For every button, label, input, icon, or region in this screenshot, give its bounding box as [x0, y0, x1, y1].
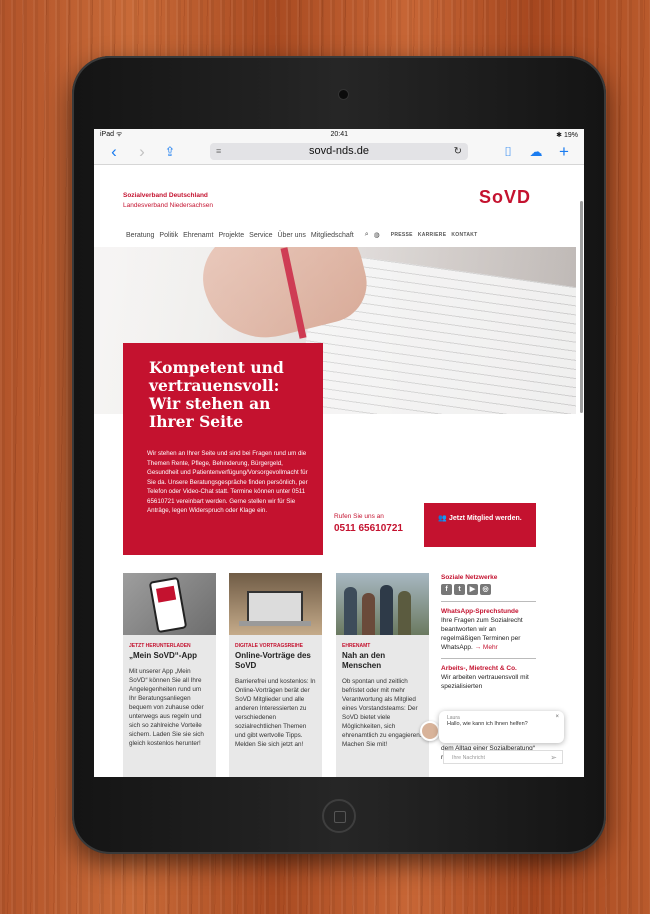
sovd-logo[interactable]: SoVD [479, 187, 531, 208]
cloud-icon[interactable]: ☁ [522, 141, 550, 163]
send-icon[interactable]: ➢ [550, 751, 557, 765]
status-time: 20:41 [330, 131, 349, 138]
status-bar: iPad ᯤ 20:41 ✱ 19% [94, 129, 584, 140]
forward-icon[interactable]: › [128, 141, 156, 163]
nav-service[interactable]: Service [249, 232, 272, 239]
app-image [123, 573, 216, 635]
member-button-label: Jetzt Mitglied werden. [448, 515, 522, 522]
nav-ueber-uns[interactable]: Über uns [278, 232, 306, 239]
card-ehrenamt[interactable]: EHRENAMT Nah an den Menschen Ob spontan … [336, 573, 429, 777]
home-button[interactable] [322, 799, 356, 833]
card-tag: DIGITALE VORTRAGSREIHE [235, 643, 303, 649]
share-icon[interactable]: ⇪ [156, 141, 184, 163]
people-icon: 👥 [438, 515, 448, 522]
nav-ehrenamt[interactable]: Ehrenamt [183, 232, 213, 239]
laptop-graphic [239, 591, 311, 626]
arbeits-heading[interactable]: Arbeits-, Mietrecht & Co. [441, 664, 536, 673]
web-page: Sozialverband Deutschland Landesverband … [94, 165, 584, 777]
hero-heading: Kompetent und vertrauensvoll: Wir stehen… [149, 358, 284, 431]
call-block: Rufen Sie uns an 0511 65610721 [334, 513, 403, 534]
new-tab-icon[interactable]: + [550, 141, 578, 163]
scrollbar[interactable] [580, 201, 583, 413]
hero-text: Wir stehen an Ihrer Seite und sind bei F… [147, 450, 308, 514]
person-graphic [362, 593, 375, 635]
social-icons: f t ▶ ◎ [441, 584, 536, 595]
youtube-icon[interactable]: ▶ [467, 584, 478, 595]
org-name[interactable]: Sozialverband Deutschland Landesverband … [123, 191, 213, 211]
search-icon[interactable]: ⌕ [365, 231, 369, 239]
org-line-1: Sozialverband Deutschland [123, 192, 208, 199]
card-text: Mit unserer App „Mein SoVD“ können Sie a… [129, 668, 204, 747]
card-tag: EHRENAMT [342, 643, 371, 649]
chat-popup: Laura Hallo, wie kann ich Ihnen helfen? … [439, 711, 564, 743]
accessibility-icon[interactable]: ◍ [374, 231, 380, 239]
close-icon[interactable]: × [555, 714, 559, 720]
nav-presse[interactable]: PRESSE [391, 232, 413, 238]
bookmarks-icon[interactable]: ⌷ [494, 141, 522, 163]
person-graphic [344, 587, 357, 635]
card-title[interactable]: „Mein SoVD“-App [129, 651, 210, 661]
chat-message: Hallo, wie kann ich Ihnen helfen? [447, 721, 528, 727]
card-text: Barrierefrei und kostenlos: In Online-Vo… [235, 678, 316, 748]
group-image [336, 573, 429, 635]
twitter-icon[interactable]: t [454, 584, 465, 595]
chat-avatar [420, 721, 440, 741]
instagram-icon[interactable]: ◎ [480, 584, 491, 595]
call-number[interactable]: 0511 65610721 [334, 523, 403, 534]
nav-beratung[interactable]: Beratung [126, 232, 154, 239]
status-battery: ✱ 19% [556, 131, 578, 139]
nav-kontakt[interactable]: KONTAKT [451, 232, 477, 238]
call-label: Rufen Sie uns an [334, 513, 384, 520]
nav-politik[interactable]: Politik [159, 232, 178, 239]
main-nav: Beratung Politik Ehrenamt Projekte Servi… [126, 231, 478, 239]
laptop-image [229, 573, 322, 635]
divider [441, 601, 536, 602]
person-graphic [380, 585, 393, 635]
whatsapp-heading[interactable]: WhatsApp-Sprechstunde [441, 607, 536, 616]
whatsapp-more-link[interactable]: → Mehr [475, 644, 498, 651]
hero-box: Kompetent und vertrauensvoll: Wir stehen… [123, 343, 323, 555]
safari-toolbar: ‹ › ⇪ ≡ sovd-nds.de ↻ ⌷ ☁ + [94, 140, 584, 165]
org-line-2: Landesverband Niedersachsen [123, 202, 213, 209]
card-tag: JETZT HERUNTERLADEN [129, 643, 191, 649]
card-title[interactable]: Online-Vorträge des SoVD [235, 651, 316, 671]
url-text: sovd-nds.de [309, 145, 369, 157]
ipad-screen: iPad ᯤ 20:41 ✱ 19% ‹ › ⇪ ≡ sovd-nds.de ↻… [94, 129, 584, 777]
card-app[interactable]: JETZT HERUNTERLADEN „Mein SoVD“-App Mit … [123, 573, 216, 777]
nav-projekte[interactable]: Projekte [218, 232, 244, 239]
reload-icon[interactable]: ↻ [454, 143, 462, 160]
card-text: Ob spontan und zeitlich befristet oder m… [342, 678, 422, 748]
whatsapp-text: Ihre Fragen zum Sozialrecht beantworten … [441, 616, 536, 652]
member-button[interactable]: 👥 Jetzt Mitglied werden. [424, 503, 536, 547]
front-camera [339, 90, 348, 99]
phone-graphic [148, 576, 188, 634]
card-vortraege[interactable]: DIGITALE VORTRAGSREIHE Online-Vorträge d… [229, 573, 322, 777]
divider [441, 658, 536, 659]
nav-karriere[interactable]: KARRIERE [418, 232, 447, 238]
nav-mitgliedschaft[interactable]: Mitgliedschaft [311, 232, 354, 239]
chat-input[interactable]: Ihre Nachricht ➢ [443, 750, 563, 764]
card-title[interactable]: Nah an den Menschen [342, 651, 423, 671]
social-heading: Soziale Netzwerke [441, 574, 498, 581]
reader-icon[interactable]: ≡ [216, 143, 221, 160]
chat-input-placeholder: Ihre Nachricht [452, 755, 485, 761]
facebook-icon[interactable]: f [441, 584, 452, 595]
arbeits-text: Wir arbeiten vertrauensvoll mit speziali… [441, 674, 529, 690]
url-bar[interactable]: ≡ sovd-nds.de ↻ [210, 143, 468, 160]
status-left: iPad ᯤ [100, 131, 123, 138]
person-graphic [398, 591, 411, 635]
back-icon[interactable]: ‹ [100, 141, 128, 163]
